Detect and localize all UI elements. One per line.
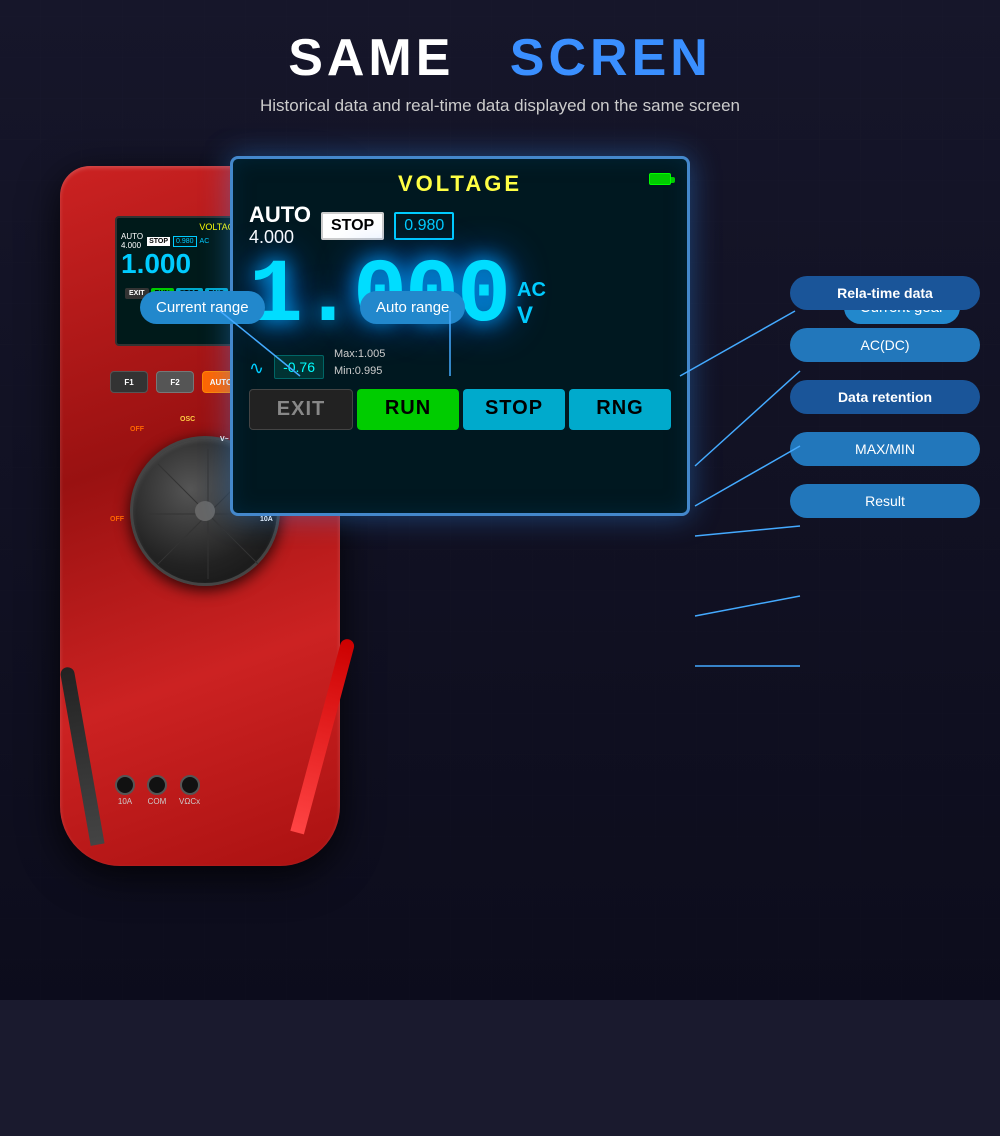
title-scren: SCREN [510,29,712,87]
dial-label-off2: OFF [110,516,124,523]
annotation-data-retention: Data retention [790,380,980,414]
subtitle: Historical data and real-time data displ… [0,96,1000,116]
max-value: Max:1.005 [334,348,385,360]
annotation-ac-dc: AC(DC) [790,328,980,362]
min-stat: Min:0.995 [334,363,385,380]
right-annotations: Rela-time data AC(DC) Data retention MAX… [790,276,980,518]
screen-top-row: AUTO 4.000 STOP 0.980 [249,203,671,248]
device-button-row: F1 F2 AUTO [110,371,240,393]
port-hole-10a [115,775,135,795]
stop-value-box: 0.980 [394,212,454,240]
graph-value: -0.76 [274,355,324,379]
port-label-vocx: VΩCx [179,797,200,806]
main-area: VOLTAGE AUTO 4.000 STOP 0.980 AC [0,136,1000,956]
stop-button[interactable]: STOP [463,389,565,430]
max-stat: Max:1.005 [334,346,385,363]
annotation-result: Result [790,484,980,518]
v-label: V [517,302,546,330]
device-ports: 10A COM VΩCx [115,775,200,806]
port-vocx: VΩCx [179,775,200,806]
stats-block: Max:1.005 Min:0.995 [334,346,385,379]
exit-button[interactable]: EXIT [249,389,353,430]
main-display-screen: VOLTAGE AUTO 4.000 STOP 0.980 1.000 AC [230,156,690,516]
probe-black [59,666,104,846]
main-title: SAME SCREN [0,28,1000,88]
port-label-com: COM [147,797,167,806]
annotation-max-min: MAX/MIN [790,432,980,466]
rng-button[interactable]: RNG [569,389,671,430]
port-hole-com [147,775,167,795]
graph-stats-area: ∿ -0.76 Max:1.005 Min:0.995 [249,346,671,379]
port-hole-vocx [180,775,200,795]
title-same: SAME [288,29,454,87]
annotation-auto-range: Auto range [360,291,465,324]
mode-label: AUTO [249,203,311,227]
annotation-current-range: Current range [140,291,265,324]
waveform-icon: ∿ [249,358,264,379]
battery-icon [649,173,671,185]
min-value: Min:0.995 [334,365,382,377]
unit-column: AC V [517,279,546,330]
dial-label-v: V~ [220,436,229,443]
port-10a: 10A [115,775,135,806]
ac-label: AC [517,279,546,302]
run-button[interactable]: RUN [357,389,459,430]
ds-auto: AUTO [121,232,143,241]
dial-label-10a: 10A [260,516,273,523]
auto-range-display: AUTO 4.000 [249,203,311,248]
port-com: COM [147,775,167,806]
f1-button[interactable]: F1 [110,371,148,393]
screen-title: VOLTAGE [398,171,522,197]
ds-stop: STOP [147,237,170,246]
port-label-10a: 10A [115,797,135,806]
screen-buttons: EXIT RUN STOP RNG [249,389,671,430]
dial-label-off: OFF [130,426,144,433]
title-section: SAME SCREN Historical data and real-time… [0,0,1000,116]
probe-red [290,638,355,835]
dial-label-osc: OSC [180,416,195,423]
stop-box: STOP [321,212,384,240]
ds-ac: AC [200,238,210,245]
annotation-realtime-data: Rela-time data [790,276,980,310]
ds-stop-val: 0.980 [173,236,197,247]
f2-button[interactable]: F2 [156,371,194,393]
screen-header: VOLTAGE [249,171,671,197]
